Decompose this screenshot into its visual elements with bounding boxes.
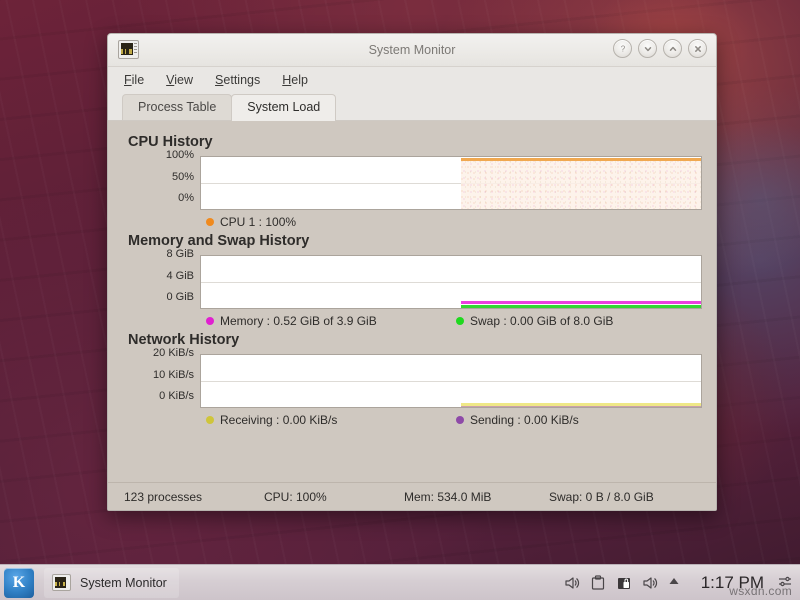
memory-legend-label: Memory : 0.52 GiB of 3.9 GiB xyxy=(220,314,377,328)
menu-file-mnemonic: F xyxy=(124,73,132,87)
desktop: System Monitor ? File View Settings xyxy=(0,0,800,600)
memory-gridline-4gib xyxy=(201,282,701,283)
system-monitor-window: System Monitor ? File View Settings xyxy=(107,33,717,511)
sending-series-line xyxy=(461,406,701,407)
system-monitor-icon xyxy=(52,574,71,591)
memory-color-dot xyxy=(206,317,214,325)
cpu1-legend-label: CPU 1 : 100% xyxy=(220,215,296,229)
window-titlebar[interactable]: System Monitor ? xyxy=(108,34,716,67)
memory-series-lines xyxy=(461,298,701,308)
status-mem: Mem: 534.0 MiB xyxy=(404,490,549,504)
device-notifier-icon[interactable] xyxy=(615,574,633,592)
memory-legend-item-swap: Swap : 0.00 GiB of 8.0 GiB xyxy=(456,314,613,328)
network-y-label-top: 20 KiB/s xyxy=(122,348,194,359)
menu-file[interactable]: File xyxy=(124,73,144,87)
cpu-y-label-mid: 50% xyxy=(122,172,194,183)
receiving-legend-label: Receiving : 0.00 KiB/s xyxy=(220,413,337,427)
cpu-legend-item-cpu1: CPU 1 : 100% xyxy=(206,215,296,229)
cpu-plot[interactable] xyxy=(200,156,702,210)
cpu-history-title: CPU History xyxy=(128,134,702,150)
network-legend-item-receiving: Receiving : 0.00 KiB/s xyxy=(206,413,456,427)
cpu-y-label-top: 100% xyxy=(122,150,194,161)
menubar: File View Settings Help xyxy=(108,67,716,92)
swap-color-dot xyxy=(456,317,464,325)
cpu-legend: CPU 1 : 100% xyxy=(206,215,702,229)
window-controls: ? xyxy=(613,39,707,58)
network-gridline-10kib xyxy=(201,381,701,382)
audio-icon[interactable] xyxy=(641,574,659,592)
memory-y-label-bottom: 0 GiB xyxy=(122,292,194,303)
network-y-axis: 20 KiB/s 10 KiB/s 0 KiB/s xyxy=(122,348,200,402)
cpu1-color-dot xyxy=(206,218,214,226)
tab-bar: Process Table System Load xyxy=(108,92,716,121)
memory-history-section: Memory and Swap History 8 GiB 4 GiB 0 Gi… xyxy=(122,233,702,328)
receiving-color-dot xyxy=(206,416,214,424)
memory-y-axis: 8 GiB 4 GiB 0 GiB xyxy=(122,249,200,303)
memory-legend: Memory : 0.52 GiB of 3.9 GiB Swap : 0.00… xyxy=(206,314,702,328)
status-swap: Swap: 0 B / 8.0 GiB xyxy=(549,490,709,504)
cpu-y-axis: 100% 50% 0% xyxy=(122,150,200,204)
menu-settings[interactable]: Settings xyxy=(215,73,260,87)
tab-process-table[interactable]: Process Table xyxy=(122,94,232,120)
show-hidden-icon[interactable] xyxy=(667,574,685,592)
status-cpu: CPU: 100% xyxy=(264,490,404,504)
memory-y-label-top: 8 GiB xyxy=(122,249,194,260)
sending-legend-label: Sending : 0.00 KiB/s xyxy=(470,413,579,427)
menu-help[interactable]: Help xyxy=(282,73,308,87)
menu-file-rest: ile xyxy=(132,73,145,87)
system-tray: 1:17 PM xyxy=(563,573,800,593)
volume-icon[interactable] xyxy=(563,574,581,592)
menu-view-rest: iew xyxy=(174,73,193,87)
menu-settings-rest: ettings xyxy=(223,73,260,87)
cpu-series-area xyxy=(461,157,701,209)
swap-series-line xyxy=(461,305,701,308)
kde-logo-icon: K xyxy=(4,568,34,598)
sending-color-dot xyxy=(456,416,464,424)
memory-graph-row: 8 GiB 4 GiB 0 GiB xyxy=(122,255,702,309)
menu-view[interactable]: View xyxy=(166,73,193,87)
network-plot[interactable] xyxy=(200,354,702,408)
cpu-y-label-bottom: 0% xyxy=(122,193,194,204)
swap-legend-label: Swap : 0.00 GiB of 8.0 GiB xyxy=(470,314,613,328)
minimize-button[interactable] xyxy=(638,39,657,58)
memory-series-line xyxy=(461,301,701,304)
help-button[interactable]: ? xyxy=(613,39,632,58)
network-series-lines xyxy=(461,399,701,407)
memory-y-label-mid: 4 GiB xyxy=(122,271,194,282)
network-y-label-mid: 10 KiB/s xyxy=(122,370,194,381)
network-history-section: Network History 20 KiB/s 10 KiB/s 0 KiB/… xyxy=(122,332,702,427)
cpu-history-section: CPU History 100% 50% 0% xyxy=(122,134,702,229)
application-launcher-button[interactable]: K xyxy=(4,568,34,598)
clipboard-icon[interactable] xyxy=(589,574,607,592)
tab-system-load[interactable]: System Load xyxy=(231,94,336,120)
maximize-button[interactable] xyxy=(663,39,682,58)
close-button[interactable] xyxy=(688,39,707,58)
system-load-panel: CPU History 100% 50% 0% xyxy=(108,121,716,482)
network-legend-item-sending: Sending : 0.00 KiB/s xyxy=(456,413,579,427)
network-y-label-bottom: 0 KiB/s xyxy=(122,391,194,402)
status-bar: 123 processes CPU: 100% Mem: 534.0 MiB S… xyxy=(108,482,716,510)
memory-plot[interactable] xyxy=(200,255,702,309)
taskbar-panel: K System Monitor xyxy=(0,564,800,600)
network-legend: Receiving : 0.00 KiB/s Sending : 0.00 Ki… xyxy=(206,413,702,427)
taskbar-item-label: System Monitor xyxy=(80,576,167,590)
menu-help-mnemonic: H xyxy=(282,73,291,87)
status-processes: 123 processes xyxy=(124,490,264,504)
cpu-graph-row: 100% 50% 0% xyxy=(122,156,702,210)
menu-help-rest: elp xyxy=(291,73,308,87)
digital-clock[interactable]: 1:17 PM xyxy=(701,573,764,593)
network-graph-row: 20 KiB/s 10 KiB/s 0 KiB/s xyxy=(122,354,702,408)
taskbar-item-system-monitor[interactable]: System Monitor xyxy=(44,568,179,598)
panel-settings-icon[interactable] xyxy=(778,575,792,591)
network-history-title: Network History xyxy=(128,332,702,348)
svg-text:?: ? xyxy=(620,44,625,53)
memory-legend-item-memory: Memory : 0.52 GiB of 3.9 GiB xyxy=(206,314,456,328)
memory-history-title: Memory and Swap History xyxy=(128,233,702,249)
